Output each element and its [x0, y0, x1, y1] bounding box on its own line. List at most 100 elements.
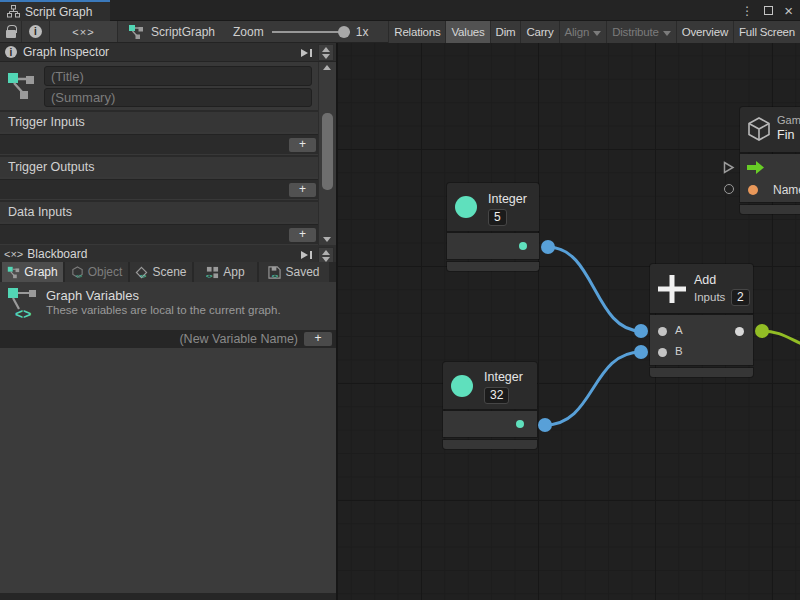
graph-variables-block: <> Graph Variables These variables are l…	[0, 282, 336, 330]
scroll-up-icon[interactable]	[323, 65, 331, 70]
overview-button[interactable]: Overview	[676, 21, 733, 43]
graph-canvas[interactable]: Integer 5 Integer 32	[336, 43, 800, 600]
node-body	[443, 411, 537, 437]
input-port-b[interactable]	[658, 348, 667, 357]
node-header: Add Inputs 2	[650, 264, 753, 313]
info-icon: i	[5, 46, 17, 58]
node-title: Integer	[484, 370, 523, 384]
info-icon: i	[29, 25, 42, 38]
tab-scene[interactable]: <> Scene	[130, 262, 192, 282]
port-a-label: A	[675, 324, 683, 336]
fullscreen-button[interactable]: Full Screen	[733, 21, 800, 43]
tab-object[interactable]: <> Object	[65, 262, 128, 282]
name-port-label: Name	[773, 183, 800, 197]
node-add[interactable]: Add Inputs 2 A B	[650, 264, 753, 377]
graph-toolbar: i <×> ScriptGraph Zoom 1x Relations Valu…	[0, 21, 800, 43]
flow-port-marker[interactable]	[723, 161, 735, 174]
graph-inspector-panel: i Graph Inspector Trigger Inputs + Trigg…	[0, 43, 336, 600]
wire-endpoint	[634, 345, 648, 359]
name-input-port[interactable]	[748, 185, 758, 195]
output-port[interactable]	[516, 420, 524, 428]
align-label: Align	[565, 26, 590, 38]
integer-value-field[interactable]: 32	[484, 387, 509, 404]
zoom-slider[interactable]	[272, 21, 352, 43]
scroll-down-icon[interactable]	[323, 237, 331, 242]
trigger-outputs-list: +	[0, 179, 318, 199]
node-partial[interactable]: Gam Fin Name	[740, 107, 800, 214]
trigger-inputs-label: Trigger Inputs	[0, 110, 318, 132]
new-variable-input[interactable]	[2, 330, 302, 348]
align-button[interactable]: Align	[559, 21, 607, 43]
wire-endpoint	[541, 240, 555, 254]
distribute-button[interactable]: Distribute	[606, 21, 676, 43]
lock-button[interactable]	[0, 21, 22, 42]
window-menu-icon[interactable]: ⋮	[741, 4, 753, 18]
tab-label: Object	[88, 265, 123, 279]
tab-graph[interactable]: Graph	[2, 262, 63, 282]
input-port-a[interactable]	[658, 327, 667, 336]
inputs-value-field[interactable]: 2	[731, 289, 750, 306]
add-trigger-input-button[interactable]: +	[289, 138, 316, 152]
inspector-scrollbar[interactable]	[318, 62, 336, 245]
flow-arrow-icon	[747, 161, 764, 174]
wire-integer32-to-b	[545, 352, 641, 425]
wire-endpoint	[755, 324, 769, 338]
visual-scripting-button[interactable]: <×>	[50, 21, 118, 42]
dock-icon[interactable]	[299, 248, 314, 261]
object-tab-icon: <>	[71, 266, 84, 279]
graph-inspector-title: Graph Inspector	[23, 45, 109, 59]
zoom-value: 1x	[356, 25, 369, 39]
dock-icon[interactable]	[299, 46, 314, 59]
info-button[interactable]: i	[22, 21, 50, 42]
node-title: Integer	[488, 192, 527, 206]
script-graph-tab-icon	[7, 5, 20, 18]
node-integer-5[interactable]: Integer 5	[447, 183, 539, 271]
integer-value-field[interactable]: 5	[488, 209, 507, 226]
add-variable-button[interactable]: +	[304, 332, 332, 346]
node-body: Name	[740, 154, 800, 202]
saved-tab-icon: <>	[268, 266, 281, 279]
graph-variables-description: These variables are local to the current…	[46, 304, 281, 316]
node-body: A B	[650, 315, 753, 365]
blackboard-empty-area	[0, 348, 336, 593]
tab-script-graph[interactable]: Script Graph	[0, 0, 110, 21]
node-title: Add	[694, 273, 716, 287]
window-close-icon[interactable]: ×	[784, 3, 793, 18]
new-variable-row: +	[0, 330, 336, 348]
zoom-slider-handle[interactable]	[338, 26, 350, 38]
output-port[interactable]	[519, 242, 527, 250]
node-integer-32[interactable]: Integer 32	[443, 362, 537, 449]
dim-button[interactable]: Dim	[490, 21, 521, 43]
svg-text:<>: <>	[75, 273, 82, 279]
graph-icon	[128, 24, 144, 40]
summary-input[interactable]	[44, 88, 312, 107]
title-input[interactable]	[44, 66, 312, 86]
add-data-input-button[interactable]: +	[289, 228, 316, 242]
wire-endpoint	[538, 418, 552, 432]
tab-label: Scene	[152, 265, 186, 279]
relations-button[interactable]: Relations	[388, 21, 445, 43]
graph-inspector-header: i Graph Inspector	[0, 43, 336, 62]
values-button[interactable]: Values	[445, 21, 489, 43]
script-graph-window: Script Graph ⋮ × i <×> ScriptGraph Zoom …	[0, 0, 800, 600]
tab-saved[interactable]: <> Saved	[259, 262, 329, 282]
integer-type-icon	[455, 196, 477, 218]
scrollbar-thumb[interactable]	[322, 113, 333, 190]
header-scroll-arrows[interactable]	[318, 44, 334, 61]
add-trigger-output-button[interactable]: +	[289, 183, 316, 197]
output-port[interactable]	[735, 327, 744, 336]
inputs-label: Inputs	[694, 291, 725, 303]
wire-endpoint	[634, 324, 648, 338]
trigger-inputs-list: +	[0, 134, 318, 154]
graph-name-chip[interactable]: ScriptGraph	[118, 21, 225, 42]
lock-icon	[6, 30, 16, 38]
blackboard-icon: <×>	[4, 248, 23, 260]
tab-app[interactable]: <> App	[194, 262, 257, 282]
blackboard-title: Blackboard	[27, 247, 87, 261]
window-maximize-icon[interactable]	[764, 6, 773, 15]
svg-text:<>: <>	[206, 273, 213, 279]
value-port-marker[interactable]	[724, 184, 734, 194]
node-body	[447, 233, 539, 259]
carry-button[interactable]: Carry	[520, 21, 558, 43]
svg-text:<>: <>	[140, 273, 147, 279]
